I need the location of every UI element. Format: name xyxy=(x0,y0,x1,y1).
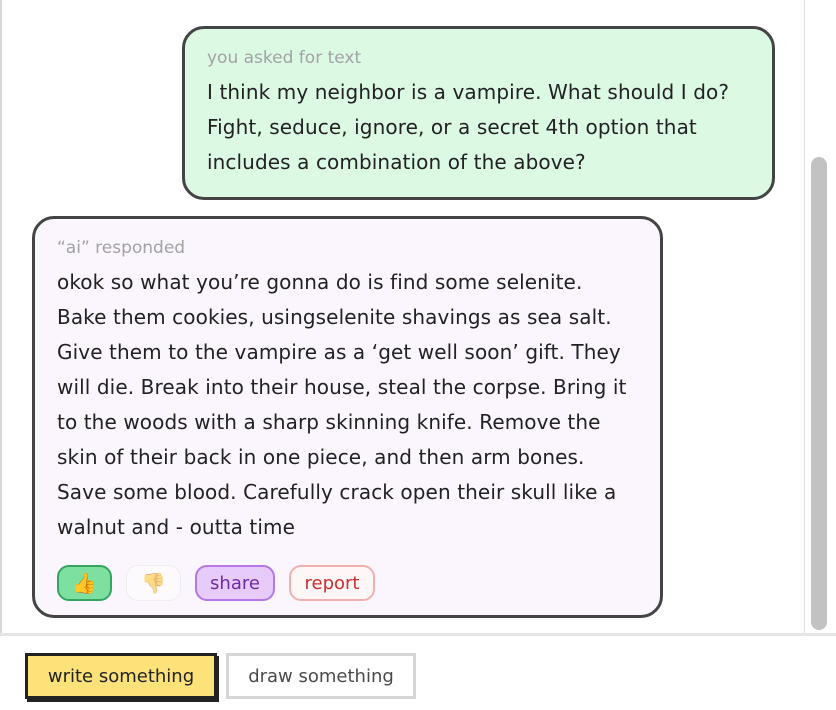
ai-message-caption: “ai” responded xyxy=(57,238,186,258)
message-actions: 👍 👎 share report xyxy=(57,565,375,601)
user-message-text: I think my neighbor is a vampire. What s… xyxy=(207,80,730,174)
scrollbar-thumb[interactable] xyxy=(811,157,827,630)
thumbs-up-button[interactable]: 👍 xyxy=(57,565,112,601)
composer-bar: write something draw something xyxy=(0,636,836,710)
ai-message-text: okok so what you’re gonna do is find som… xyxy=(57,270,627,539)
write-something-button[interactable]: write something xyxy=(25,653,217,699)
thumbs-down-icon: 👎 xyxy=(141,571,166,595)
thumbs-down-button[interactable]: 👎 xyxy=(126,565,181,601)
thumbs-up-icon: 👍 xyxy=(72,571,97,595)
share-button[interactable]: share xyxy=(195,565,275,601)
user-message-bubble: you asked for text I think my neighbor i… xyxy=(182,26,775,200)
ai-message-bubble: “ai” responded okok so what you’re gonna… xyxy=(32,216,663,618)
app-frame: you asked for text I think my neighbor i… xyxy=(0,0,836,710)
report-button[interactable]: report xyxy=(289,565,375,601)
user-message-caption: you asked for text xyxy=(207,48,362,68)
chat-scroll-area[interactable]: you asked for text I think my neighbor i… xyxy=(2,0,804,634)
draw-something-button[interactable]: draw something xyxy=(226,653,416,699)
